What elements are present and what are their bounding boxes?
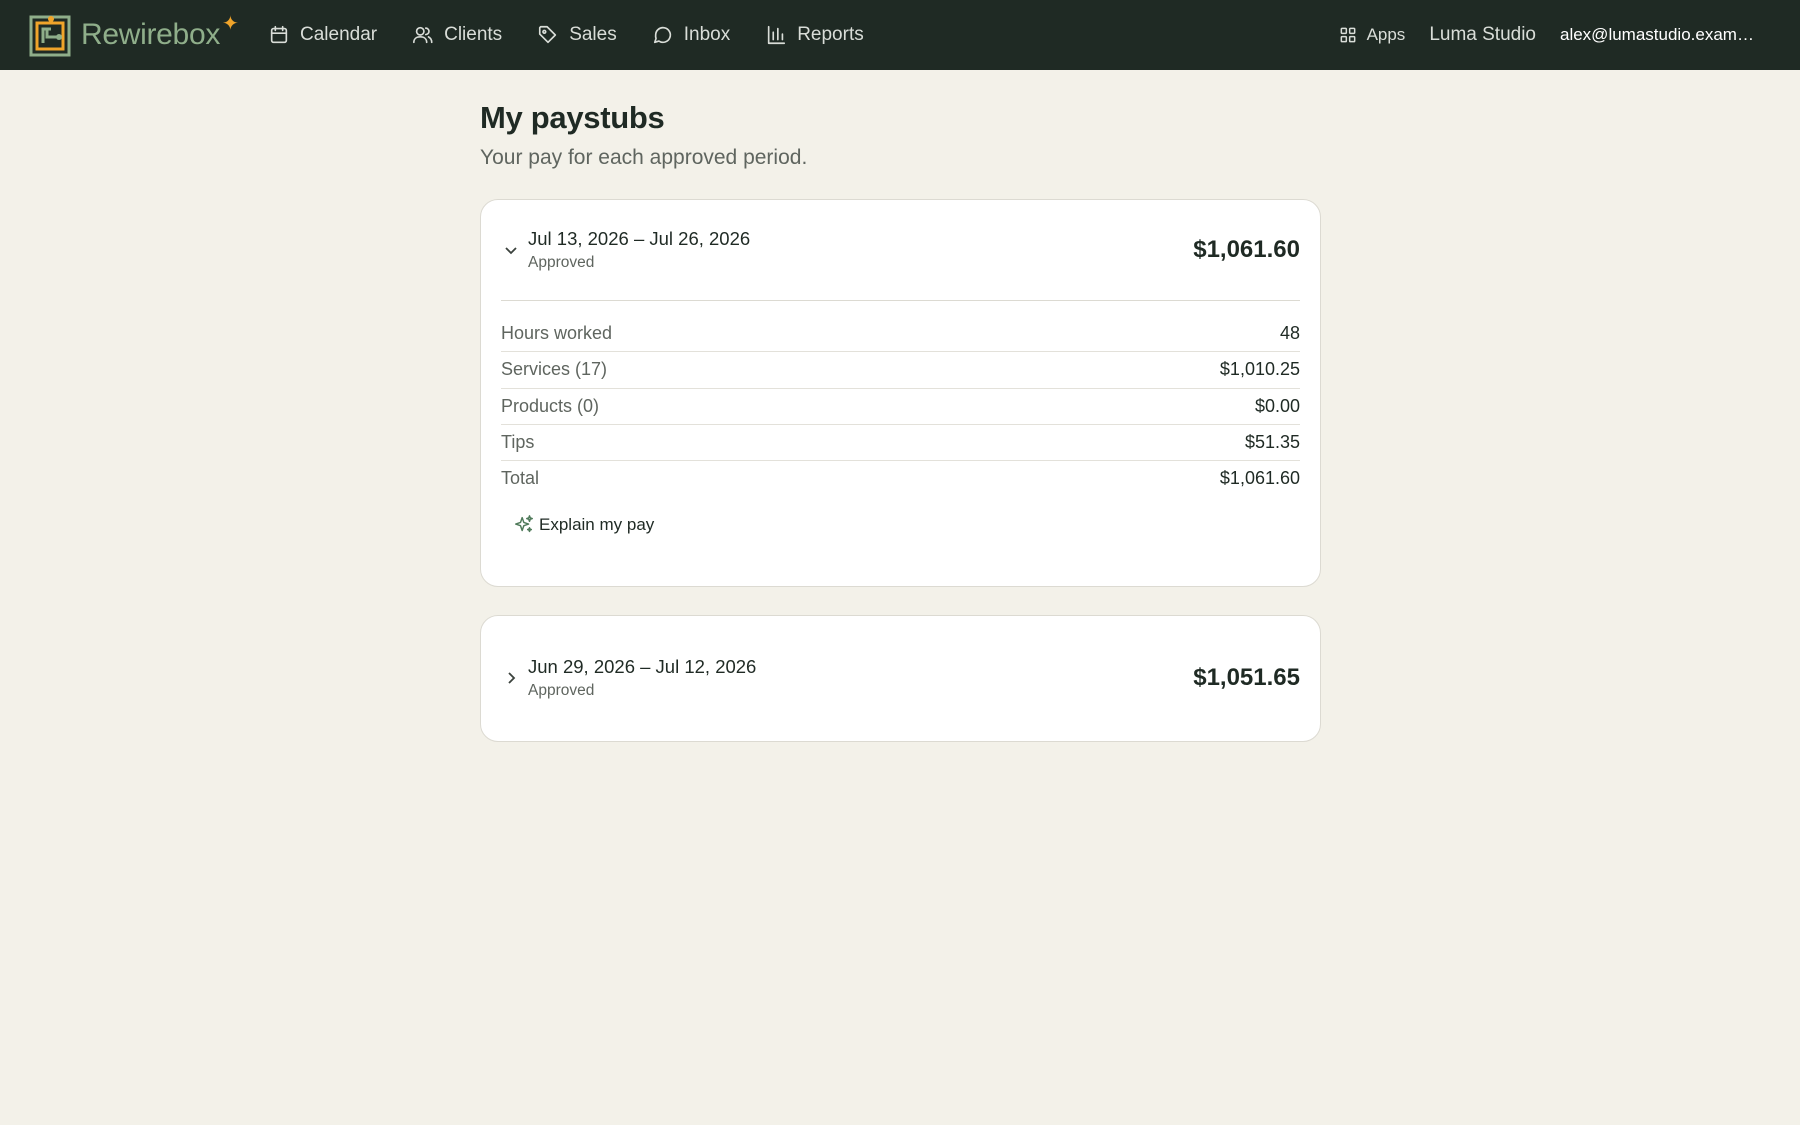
paystub-total: $1,051.65 bbox=[1193, 664, 1300, 691]
grid-icon bbox=[1340, 27, 1355, 43]
nav-label: Calendar bbox=[300, 24, 378, 45]
detail-label: Total bbox=[501, 468, 540, 489]
tag-icon bbox=[539, 25, 557, 44]
paystub-total: $1,061.60 bbox=[1193, 236, 1300, 263]
detail-label: Tips bbox=[501, 432, 535, 453]
paystub-details: Hours worked 48 Services (17) $1,010.25 … bbox=[481, 300, 1320, 541]
paystub-header[interactable]: Jun 29, 2026 – Jul 12, 2026 Approved $1,… bbox=[481, 616, 1320, 740]
brand-logo[interactable]: Rewirebox ✦ bbox=[29, 12, 239, 58]
nav-item-reports[interactable]: Reports bbox=[765, 24, 864, 46]
detail-value: $1,010.25 bbox=[1219, 359, 1300, 380]
detail-row: Total $1,061.60 bbox=[501, 460, 1300, 496]
top-nav-bar: Rewirebox ✦ Calendar Clients Sales Inbox… bbox=[0, 0, 1800, 70]
detail-row: Products (0) $0.00 bbox=[501, 387, 1300, 424]
detail-label: Hours worked bbox=[501, 322, 613, 343]
period-info: Jun 29, 2026 – Jul 12, 2026 Approved bbox=[528, 656, 756, 700]
paystubs-page: My paystubs Your pay for each approved p… bbox=[480, 100, 1321, 742]
apps-label: Apps bbox=[1366, 25, 1406, 44]
nav-label: Inbox bbox=[683, 24, 731, 45]
header-right: Apps Luma Studio alex@lumastudio.example… bbox=[1338, 0, 1800, 70]
detail-value: $1,061.60 bbox=[1219, 468, 1300, 489]
detail-label: Products (0) bbox=[501, 395, 600, 416]
nav-label: Sales bbox=[569, 24, 617, 45]
calendar-icon bbox=[270, 25, 288, 44]
period-info: Jul 13, 2026 – Jul 26, 2026 Approved bbox=[528, 228, 750, 272]
studio-switcher[interactable]: Luma Studio bbox=[1429, 24, 1536, 46]
status-label: Approved bbox=[528, 682, 595, 699]
pay-period: Jul 13, 2026 – Jul 26, 2026 bbox=[528, 228, 751, 249]
detail-value: $51.35 bbox=[1244, 432, 1300, 453]
main-nav: Calendar Clients Sales Inbox Reports bbox=[268, 0, 899, 70]
pay-period: Jun 29, 2026 – Jul 12, 2026 bbox=[528, 656, 757, 677]
nav-item-clients[interactable]: Clients bbox=[412, 24, 502, 46]
nav-item-sales[interactable]: Sales bbox=[537, 24, 617, 46]
status-label: Approved bbox=[528, 254, 595, 271]
paystub-card: Jun 29, 2026 – Jul 12, 2026 Approved $1,… bbox=[480, 615, 1321, 742]
detail-row: Tips $51.35 bbox=[501, 423, 1300, 460]
detail-value: $0.00 bbox=[1254, 395, 1300, 416]
sparkles-icon bbox=[515, 515, 533, 533]
page-title: My paystubs bbox=[480, 100, 665, 135]
page-subtitle: Your pay for each approved period. bbox=[480, 146, 808, 169]
detail-row: Services (17) $1,010.25 bbox=[501, 351, 1300, 387]
detail-label: Services (17) bbox=[501, 359, 608, 380]
detail-row: Hours worked 48 bbox=[501, 315, 1300, 351]
sparkle-icon: ✦ bbox=[222, 12, 239, 35]
bar-chart-icon bbox=[768, 25, 786, 45]
explain-pay-button[interactable]: Explain my pay bbox=[513, 514, 654, 536]
nav-item-calendar[interactable]: Calendar bbox=[268, 24, 377, 46]
apps-button[interactable]: Apps bbox=[1338, 25, 1406, 45]
chat-icon bbox=[653, 26, 671, 44]
chevron-right-icon[interactable] bbox=[501, 668, 521, 688]
brand-name: Rewirebox bbox=[81, 18, 221, 51]
explain-pay-label: Explain my pay bbox=[539, 515, 655, 535]
nav-label: Reports bbox=[797, 24, 864, 45]
nav-label: Clients bbox=[444, 24, 503, 45]
chevron-down-icon[interactable] bbox=[501, 240, 521, 260]
paystub-header[interactable]: Jul 13, 2026 – Jul 26, 2026 Approved $1,… bbox=[481, 200, 1320, 300]
rewirebox-logo-icon bbox=[29, 15, 71, 57]
account-email[interactable]: alex@lumastudio.example.com bbox=[1560, 25, 1756, 45]
paystub-card: Jul 13, 2026 – Jul 26, 2026 Approved $1,… bbox=[480, 199, 1321, 587]
users-icon bbox=[413, 26, 433, 44]
nav-item-inbox[interactable]: Inbox bbox=[652, 24, 730, 46]
detail-value: 48 bbox=[1279, 322, 1300, 343]
